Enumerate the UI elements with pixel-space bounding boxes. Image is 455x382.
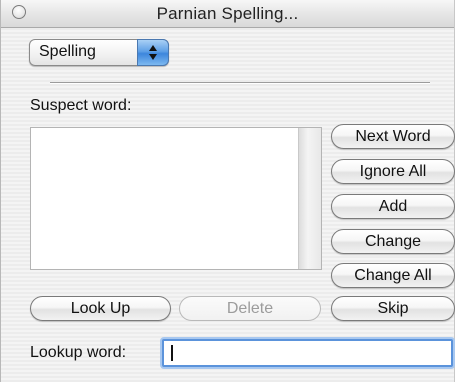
- arrow-down-icon: [149, 54, 157, 60]
- title-bar[interactable]: Parnian Spelling...: [1, 0, 454, 28]
- delete-button[interactable]: Delete: [179, 296, 321, 321]
- window-title: Parnian Spelling...: [156, 4, 299, 23]
- lookup-word-input[interactable]: [162, 339, 453, 367]
- ignore-all-button[interactable]: Ignore All: [331, 159, 455, 184]
- mode-popup[interactable]: Spelling: [29, 39, 169, 66]
- next-word-button[interactable]: Next Word: [331, 124, 455, 149]
- suspect-word-label: Suspect word:: [30, 97, 132, 114]
- arrow-up-icon: [149, 45, 157, 51]
- popup-arrows-icon[interactable]: [137, 39, 169, 66]
- separator: [50, 82, 430, 84]
- look-up-button[interactable]: Look Up: [30, 296, 171, 321]
- suspect-word-list[interactable]: [30, 127, 322, 270]
- change-button[interactable]: Change: [331, 229, 455, 254]
- text-caret: [171, 345, 173, 361]
- spelling-window: Parnian Spelling... Spelling Suspect wor…: [0, 0, 455, 382]
- mode-popup-value: Spelling: [39, 43, 96, 60]
- change-all-button[interactable]: Change All: [331, 263, 455, 288]
- lookup-word-label: Lookup word:: [30, 344, 127, 361]
- add-button[interactable]: Add: [331, 194, 455, 219]
- skip-button[interactable]: Skip: [331, 296, 455, 321]
- list-scrollbar[interactable]: [298, 128, 321, 269]
